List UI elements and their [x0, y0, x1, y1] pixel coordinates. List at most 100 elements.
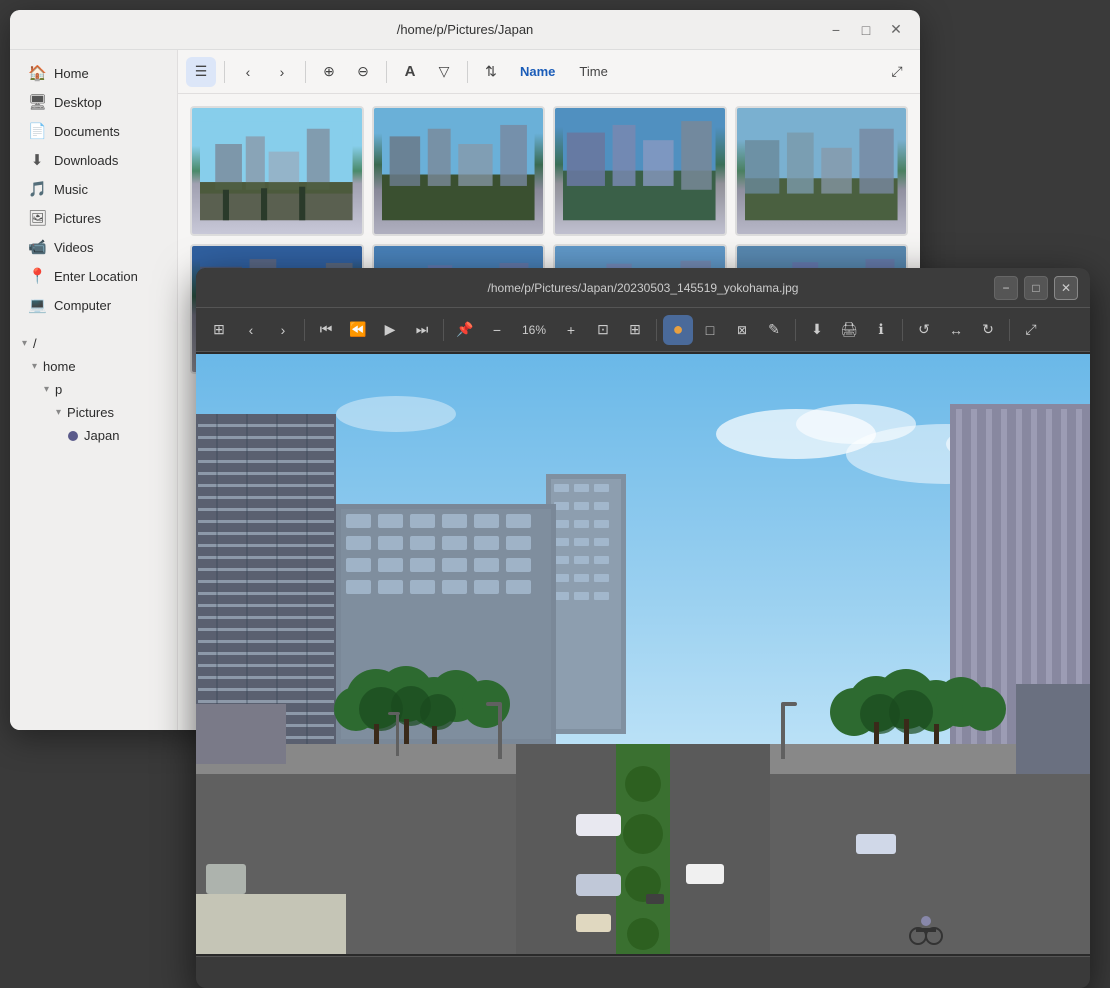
iv-maximize-button[interactable]: □	[1024, 276, 1048, 300]
iv-pen-button[interactable]: ✎	[759, 315, 789, 345]
sidebar-label-enter-location: Enter Location	[54, 269, 138, 284]
iv-print-button[interactable]: 🖨	[834, 315, 864, 345]
back-button[interactable]: ‹	[233, 57, 263, 87]
iv-fit-page-button[interactable]: ⊡	[588, 315, 618, 345]
sidebar-item-videos[interactable]: 📹 Videos	[16, 233, 171, 261]
tree-dot-japan	[68, 431, 78, 441]
tree-label-home: home	[43, 359, 76, 374]
maximize-button[interactable]: □	[854, 18, 878, 42]
computer-icon: 💻	[28, 296, 46, 314]
toolbar-separator-4	[467, 61, 468, 83]
sidebar-item-desktop[interactable]: 🖥 Desktop	[16, 88, 171, 116]
iv-sep-5	[902, 319, 903, 341]
iv-sep-3	[656, 319, 657, 341]
zoom-out-button[interactable]: ⊖	[348, 57, 378, 87]
tree-item-root[interactable]: ▾ /	[10, 332, 177, 355]
iv-grid-button[interactable]: ⊞	[204, 315, 234, 345]
iv-zoom-in-button[interactable]: +	[556, 315, 586, 345]
iv-color1-button[interactable]: ●	[663, 315, 693, 345]
yokohama-image	[196, 352, 1090, 956]
sidebar-item-downloads[interactable]: ⬇ Downloads	[16, 146, 171, 174]
sort-order-button[interactable]: ⇅	[476, 57, 506, 87]
iv-rotate-ccw-button[interactable]: ↺	[909, 315, 939, 345]
sidebar-label-computer: Computer	[54, 298, 111, 313]
tree-arrow-root: ▾	[22, 338, 27, 349]
iv-prev-button[interactable]: ‹	[236, 315, 266, 345]
tree-item-home[interactable]: ▾ home	[10, 355, 177, 378]
tree-label-root: /	[33, 336, 37, 351]
fm-sidebar: 🏠 Home 🖥 Desktop 📄 Documents ⬇ Downloads…	[10, 50, 178, 730]
iv-titlebar: /home/p/Pictures/Japan/20230503_145519_y…	[196, 268, 1090, 308]
iv-next-button[interactable]: ›	[268, 315, 298, 345]
toolbar-separator-3	[386, 61, 387, 83]
iv-flip-h-button[interactable]: ↔	[941, 315, 971, 345]
sidebar-item-computer[interactable]: 💻 Computer	[16, 291, 171, 319]
iv-step-back-button[interactable]: ⏪	[343, 315, 373, 345]
sidebar-item-pictures[interactable]: 🖼 Pictures	[16, 204, 171, 232]
toolbar-separator-1	[224, 61, 225, 83]
pictures-icon: 🖼	[28, 209, 46, 227]
sort-time-button[interactable]: Time	[569, 58, 617, 86]
location-icon: 📍	[28, 267, 46, 285]
toolbar-separator-2	[305, 61, 306, 83]
thumbnail-4[interactable]	[735, 106, 909, 236]
thumb-svg-4	[745, 114, 898, 227]
desktop-icon: 🖥	[28, 93, 46, 111]
iv-image-area	[196, 352, 1090, 956]
sort-name-button[interactable]: Name	[510, 58, 565, 86]
tree-label-pictures: Pictures	[67, 405, 114, 420]
sidebar-label-desktop: Desktop	[54, 95, 102, 110]
sidebar-item-home[interactable]: 🏠 Home	[16, 59, 171, 87]
fm-titlebar: /home/p/Pictures/Japan − □ ✕	[10, 10, 920, 50]
iv-sep-2	[443, 319, 444, 341]
iv-rotate-cw-button[interactable]: ↻	[973, 315, 1003, 345]
iv-zoom-out-button[interactable]: −	[482, 315, 512, 345]
iv-zoom-percent: 16%	[514, 323, 554, 337]
expand-button[interactable]: ⤢	[882, 57, 912, 87]
iv-play-button[interactable]: ▶	[375, 315, 405, 345]
downloads-icon: ⬇	[28, 151, 46, 169]
tree-item-pictures[interactable]: ▾ Pictures	[10, 401, 177, 424]
iv-color3-button[interactable]: ⊠	[727, 315, 757, 345]
thumbnail-3[interactable]	[553, 106, 727, 236]
home-icon: 🏠	[28, 64, 46, 82]
font-size-button[interactable]: A	[395, 57, 425, 87]
iv-close-button[interactable]: ✕	[1054, 276, 1078, 300]
thumbnail-2[interactable]	[372, 106, 546, 236]
iv-info-button[interactable]: ℹ	[866, 315, 896, 345]
sidebar-label-documents: Documents	[54, 124, 120, 139]
tree-item-p[interactable]: ▾ p	[10, 378, 177, 401]
sidebar-item-documents[interactable]: 📄 Documents	[16, 117, 171, 145]
thumbnail-1[interactable]	[190, 106, 364, 236]
filter-button[interactable]: ▽	[429, 57, 459, 87]
sidebar-label-music: Music	[54, 182, 88, 197]
iv-title: /home/p/Pictures/Japan/20230503_145519_y…	[488, 281, 799, 295]
documents-icon: 📄	[28, 122, 46, 140]
sidebar-toggle-button[interactable]: ☰	[186, 57, 216, 87]
iv-last-button[interactable]: ⏭	[407, 315, 437, 345]
iv-pin-button[interactable]: 📌	[450, 315, 480, 345]
close-button[interactable]: ✕	[884, 18, 908, 42]
iv-minimize-button[interactable]: −	[994, 276, 1018, 300]
iv-zoom-fit-button[interactable]: ⊞	[620, 315, 650, 345]
iv-first-button[interactable]: ⏮	[311, 315, 341, 345]
fm-window-controls: − □ ✕	[824, 18, 908, 42]
sidebar-label-downloads: Downloads	[54, 153, 118, 168]
iv-download-button[interactable]: ⬇	[802, 315, 832, 345]
thumb-svg-3	[563, 114, 716, 227]
sidebar-item-enter-location[interactable]: 📍 Enter Location	[16, 262, 171, 290]
image-viewer-window: /home/p/Pictures/Japan/20230503_145519_y…	[196, 268, 1090, 988]
iv-statusbar	[196, 956, 1090, 988]
iv-color2-button[interactable]: □	[695, 315, 725, 345]
music-icon: 🎵	[28, 180, 46, 198]
thumb-image-3	[555, 108, 725, 234]
thumb-svg-2	[382, 114, 535, 227]
iv-fullscreen-button[interactable]: ⤢	[1016, 315, 1046, 345]
minimize-button[interactable]: −	[824, 18, 848, 42]
fm-title: /home/p/Pictures/Japan	[397, 22, 534, 37]
sidebar-item-music[interactable]: 🎵 Music	[16, 175, 171, 203]
tree-item-japan[interactable]: Japan	[10, 424, 177, 447]
zoom-in-button[interactable]: ⊕	[314, 57, 344, 87]
tree-label-japan: Japan	[84, 428, 119, 443]
forward-button[interactable]: ›	[267, 57, 297, 87]
